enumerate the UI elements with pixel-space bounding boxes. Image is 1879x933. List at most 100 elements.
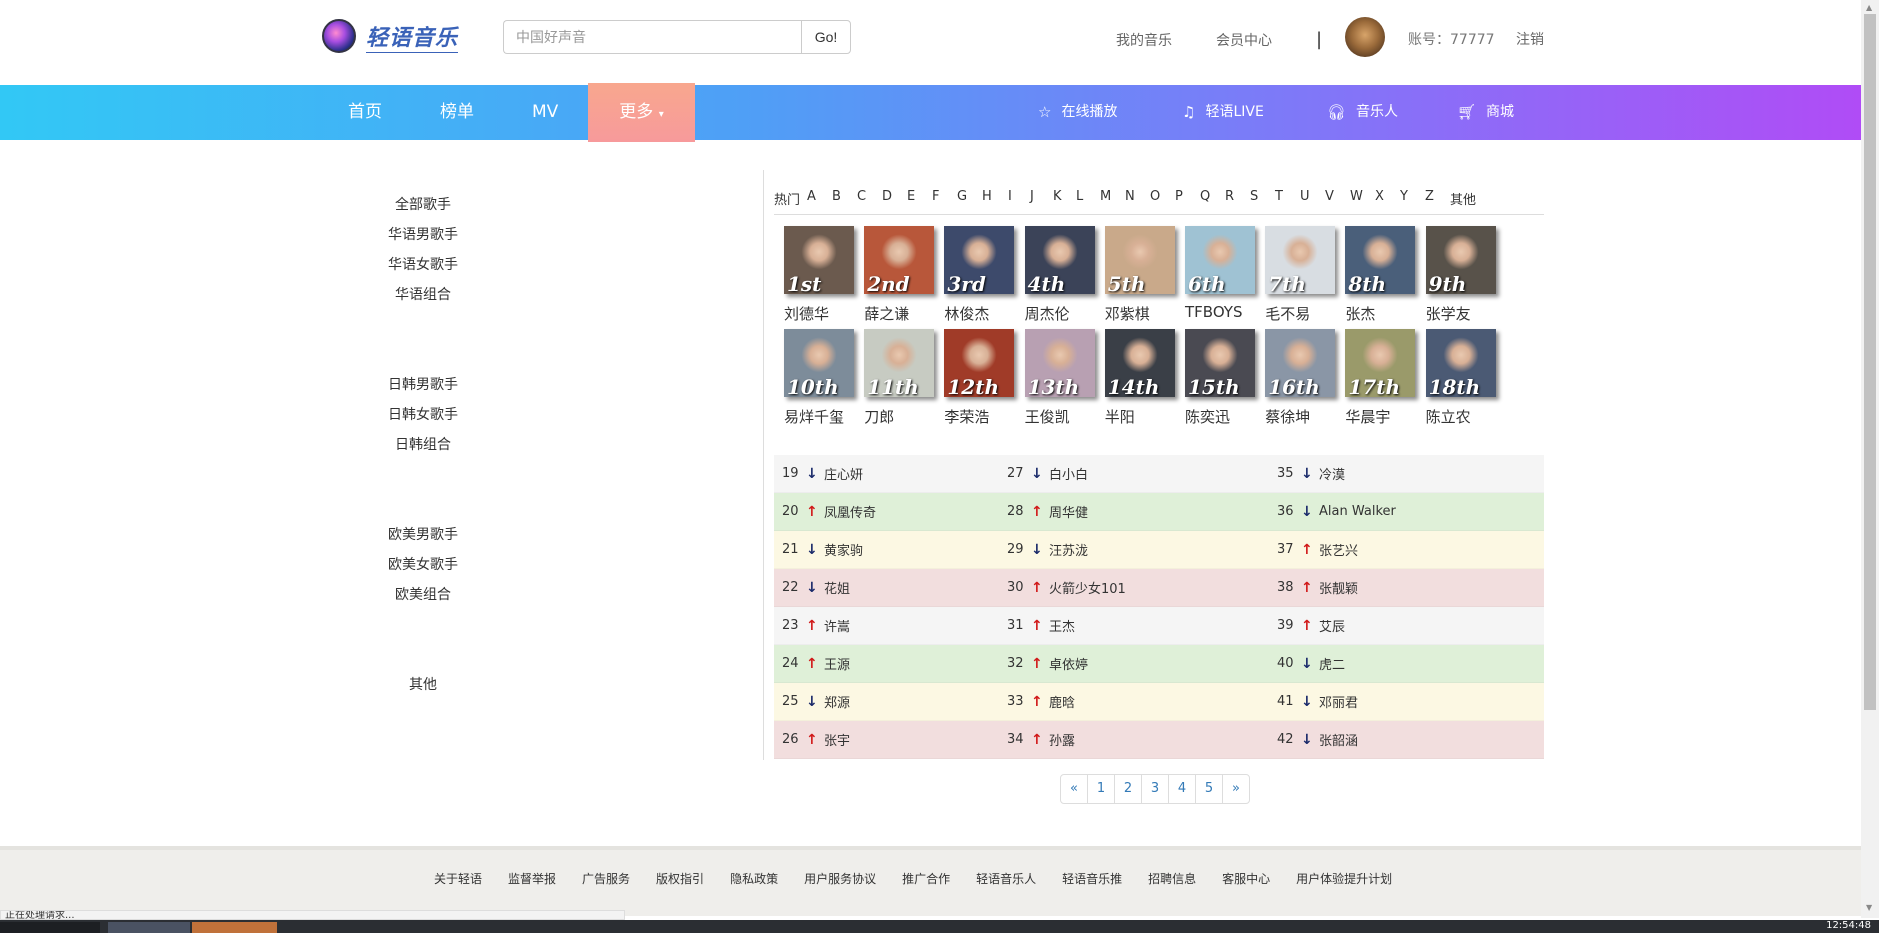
alpha-filter-k[interactable]: K: [1053, 189, 1062, 204]
ranking-artist-name[interactable]: 郑源: [824, 692, 850, 711]
alpha-filter-j[interactable]: J: [1030, 189, 1034, 204]
page-button[interactable]: 3: [1141, 774, 1169, 804]
artist-photo[interactable]: 3rd: [944, 226, 1015, 294]
artist-photo[interactable]: 8th: [1345, 226, 1416, 294]
artist-photo[interactable]: 17th: [1345, 329, 1416, 397]
artist-name[interactable]: 周杰伦: [1025, 303, 1095, 324]
artist-card[interactable]: 18th 陈立农: [1425, 329, 1496, 427]
start-button[interactable]: [0, 922, 100, 933]
my-music-link[interactable]: 我的音乐: [1116, 30, 1172, 50]
ranking-artist-name[interactable]: 许嵩: [824, 616, 850, 635]
sidebar-item-western-female[interactable]: 欧美女歌手: [363, 555, 483, 585]
artist-name[interactable]: 半阳: [1105, 406, 1175, 427]
alpha-filter-y[interactable]: Y: [1400, 189, 1408, 204]
alpha-filter-e[interactable]: E: [907, 189, 915, 204]
artist-card[interactable]: 2nd 薛之谦: [864, 226, 935, 324]
alpha-filter-u[interactable]: U: [1300, 189, 1310, 204]
ranking-cell[interactable]: 23 ↑ 许嵩: [774, 616, 999, 636]
artist-card[interactable]: 14th 半阳: [1104, 329, 1175, 427]
footer-link[interactable]: 推广合作: [902, 870, 950, 887]
ranking-cell[interactable]: 41 ↓ 邓丽君: [1269, 692, 1544, 712]
sidebar-item-jpkr-female[interactable]: 日韩女歌手: [363, 405, 483, 435]
artist-photo[interactable]: 10th: [784, 329, 854, 397]
ranking-artist-name[interactable]: 张宇: [824, 730, 850, 749]
ranking-cell[interactable]: 36 ↓ Alan Walker: [1269, 504, 1544, 520]
alpha-filter-x[interactable]: X: [1375, 189, 1384, 204]
ranking-cell[interactable]: 28 ↑ 周华健: [999, 502, 1269, 522]
ranking-cell[interactable]: 20 ↑ 凤凰传奇: [774, 502, 999, 522]
artist-photo[interactable]: 18th: [1425, 329, 1496, 397]
artist-name[interactable]: 蔡徐坤: [1265, 406, 1335, 427]
artist-name[interactable]: 华晨宇: [1345, 406, 1415, 427]
artist-photo[interactable]: 6th: [1185, 226, 1255, 294]
alpha-filter-i[interactable]: I: [1008, 189, 1012, 204]
ranking-artist-name[interactable]: 鹿晗: [1049, 692, 1075, 711]
alpha-filter-w[interactable]: W: [1350, 189, 1363, 204]
ranking-cell[interactable]: 24 ↑ 王源: [774, 654, 999, 674]
page-next-button[interactable]: »: [1222, 774, 1250, 804]
scrollbar-thumb[interactable]: [1864, 14, 1876, 710]
ranking-artist-name[interactable]: 张靓颖: [1319, 578, 1358, 597]
footer-link[interactable]: 隐私政策: [730, 870, 778, 887]
alpha-filter-g[interactable]: G: [957, 189, 967, 204]
page-button[interactable]: 2: [1114, 774, 1142, 804]
artist-card[interactable]: 15th 陈奕迅: [1185, 329, 1255, 427]
ranking-artist-name[interactable]: 卓依婷: [1049, 654, 1088, 673]
ranking-cell[interactable]: 37 ↑ 张艺兴: [1269, 540, 1544, 560]
alpha-filter-v[interactable]: V: [1325, 189, 1334, 204]
artist-card[interactable]: 4th 周杰伦: [1024, 226, 1095, 324]
ranking-cell[interactable]: 38 ↑ 张靓颖: [1269, 578, 1544, 598]
ranking-artist-name[interactable]: 艾辰: [1319, 616, 1345, 635]
artist-card[interactable]: 13th 王俊凯: [1024, 329, 1095, 427]
ranking-cell[interactable]: 35 ↓ 冷漠: [1269, 464, 1544, 484]
artist-card[interactable]: 7th 毛不易: [1265, 226, 1336, 324]
nav-shop[interactable]: 🛒︎ 商城: [1457, 85, 1514, 140]
footer-link[interactable]: 轻语音乐推: [1062, 870, 1122, 887]
ranking-cell[interactable]: 27 ↓ 白小白: [999, 464, 1269, 484]
ranking-cell[interactable]: 34 ↑ 孙露: [999, 730, 1269, 750]
ranking-artist-name[interactable]: 火箭少女101: [1049, 578, 1126, 597]
ranking-artist-name[interactable]: 冷漠: [1319, 464, 1345, 483]
alpha-filter-other[interactable]: 其他: [1450, 189, 1476, 208]
artist-card[interactable]: 9th 张学友: [1425, 226, 1496, 324]
artist-card[interactable]: 11th 刀郎: [864, 329, 935, 427]
footer-link[interactable]: 轻语音乐人: [976, 870, 1036, 887]
alpha-filter-p[interactable]: P: [1175, 189, 1183, 204]
search-input[interactable]: [503, 20, 801, 54]
ranking-artist-name[interactable]: 张韶涵: [1319, 730, 1358, 749]
nav-more-dropdown[interactable]: 更多 ▾: [588, 83, 695, 142]
ranking-artist-name[interactable]: 汪苏泷: [1049, 540, 1088, 559]
page-button[interactable]: 4: [1168, 774, 1196, 804]
artist-photo[interactable]: 7th: [1265, 226, 1336, 294]
ranking-cell[interactable]: 39 ↑ 艾辰: [1269, 616, 1544, 636]
artist-photo[interactable]: 1st: [784, 226, 854, 294]
artist-name[interactable]: 张杰: [1345, 303, 1415, 324]
ranking-cell[interactable]: 32 ↑ 卓依婷: [999, 654, 1269, 674]
ranking-cell[interactable]: 21 ↓ 黄家驹: [774, 540, 999, 560]
alpha-filter-n[interactable]: N: [1125, 189, 1135, 204]
alpha-filter-r[interactable]: R: [1225, 189, 1234, 204]
artist-photo[interactable]: 4th: [1024, 226, 1095, 294]
sidebar-item-all[interactable]: 全部歌手: [363, 195, 483, 225]
artist-name[interactable]: 易烊千玺: [784, 406, 854, 427]
ranking-cell[interactable]: 19 ↓ 庄心妍: [774, 464, 999, 484]
artist-name[interactable]: 林俊杰: [944, 303, 1014, 324]
ranking-cell[interactable]: 22 ↓ 花姐: [774, 578, 999, 598]
ranking-artist-name[interactable]: 周华健: [1049, 502, 1088, 521]
page-button[interactable]: 5: [1195, 774, 1223, 804]
artist-name[interactable]: TFBOYS: [1185, 303, 1255, 321]
ranking-cell[interactable]: 31 ↑ 王杰: [999, 616, 1269, 636]
sidebar-item-western-group[interactable]: 欧美组合: [363, 585, 483, 615]
alpha-filter-h[interactable]: H: [982, 189, 992, 204]
alpha-filter-q[interactable]: Q: [1200, 189, 1210, 204]
page-scrollbar[interactable]: ▲ ▼: [1861, 0, 1879, 918]
sidebar-item-chinese-group[interactable]: 华语组合: [363, 285, 483, 315]
alpha-filter-s[interactable]: S: [1250, 189, 1258, 204]
nav-live[interactable]: ♫ 轻语LIVE: [1182, 85, 1264, 140]
ranking-artist-name[interactable]: 黄家驹: [824, 540, 863, 559]
artist-photo[interactable]: 2nd: [864, 226, 935, 294]
artist-name[interactable]: 陈奕迅: [1185, 406, 1255, 427]
logout-link[interactable]: 注销: [1516, 29, 1544, 49]
artist-card[interactable]: 6th TFBOYS: [1185, 226, 1255, 321]
artist-name[interactable]: 张学友: [1426, 303, 1496, 324]
